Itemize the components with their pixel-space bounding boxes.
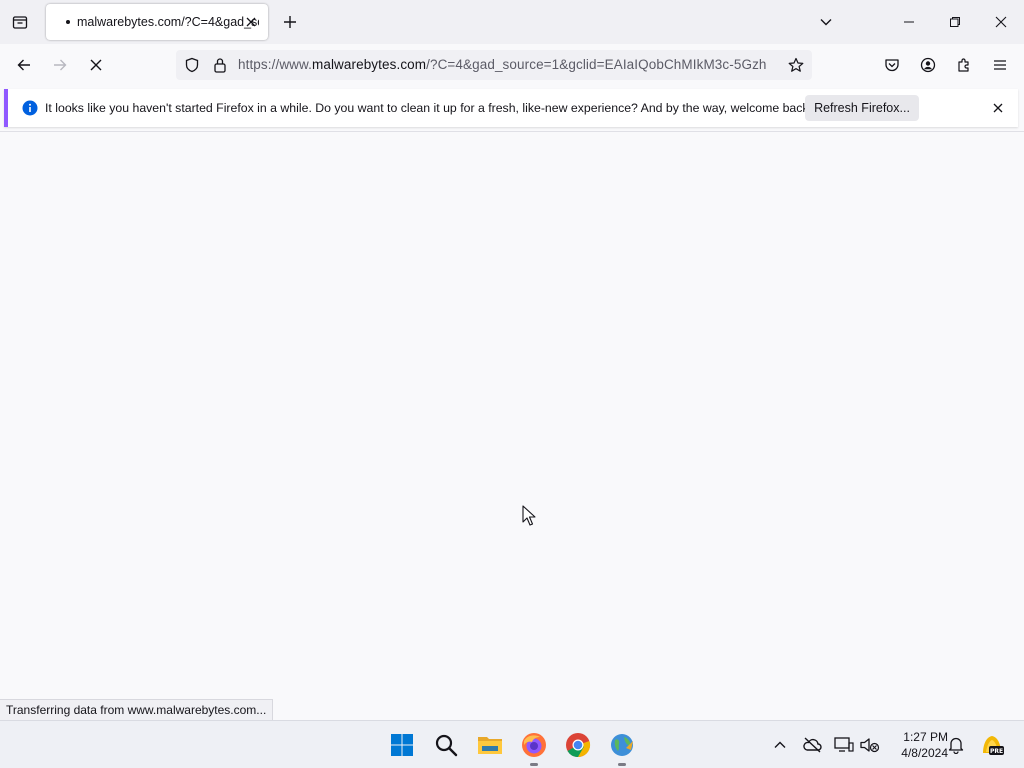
minimize-button[interactable] — [886, 0, 932, 44]
star-icon — [788, 57, 804, 72]
notification-message: It looks like you haven't started Firefo… — [45, 101, 812, 115]
navigation-toolbar: https://www.malwarebytes.com/?C=4&gad_so… — [0, 44, 1024, 86]
browser-tab-active[interactable]: malwarebytes.com/?C=4&gad_source=1&gclid… — [46, 4, 268, 40]
chrome-icon — [566, 733, 591, 758]
globe-icon — [611, 734, 633, 756]
clock[interactable]: 1:27 PM 4/8/2024 — [886, 729, 948, 761]
copilot-icon: PRE — [983, 736, 1004, 755]
clock-date: 4/8/2024 — [901, 746, 948, 760]
windows-taskbar: 1:27 PM 4/8/2024 PRE — [0, 720, 1024, 768]
account-icon — [920, 57, 936, 73]
copilot-preview-button[interactable]: PRE — [980, 733, 1004, 757]
stop-button[interactable] — [82, 51, 110, 79]
network-tray-button[interactable] — [832, 733, 856, 757]
refresh-firefox-notification: It looks like you haven't started Firefo… — [4, 89, 1018, 127]
search-button[interactable] — [430, 729, 462, 761]
extensions-button[interactable] — [950, 51, 978, 79]
url-text[interactable]: https://www.malwarebytes.com/?C=4&gad_so… — [238, 57, 778, 72]
chrome-taskbar-button[interactable] — [562, 729, 594, 761]
pocket-icon — [885, 59, 899, 72]
account-button[interactable] — [914, 51, 942, 79]
puzzle-icon — [958, 58, 969, 72]
refresh-firefox-button[interactable]: Refresh Firefox... — [805, 95, 919, 121]
back-button[interactable] — [10, 51, 38, 79]
windows-logo-icon — [391, 734, 413, 756]
info-icon — [22, 100, 38, 116]
list-all-tabs-button[interactable] — [812, 8, 840, 36]
url-bar[interactable]: https://www.malwarebytes.com/?C=4&gad_so… — [176, 50, 812, 80]
url-suffix: /?C=4&gad_source=1&gclid=EAIaIQobChMIkM3… — [426, 57, 767, 72]
loading-dot-icon — [66, 20, 70, 24]
forward-button[interactable] — [46, 51, 74, 79]
hamburger-menu-icon — [994, 60, 1006, 70]
status-panel: Transferring data from www.malwarebytes.… — [0, 699, 274, 720]
page-content-area[interactable] — [0, 132, 1024, 720]
cloud-offline-icon — [803, 737, 822, 753]
url-prefix: https://www. — [238, 57, 312, 72]
app-menu-button[interactable] — [986, 51, 1014, 79]
stop-icon — [90, 59, 102, 71]
close-tab-button[interactable] — [242, 13, 260, 31]
clock-time: 1:27 PM — [903, 730, 948, 744]
firefox-taskbar-button[interactable] — [518, 729, 550, 766]
url-domain: malwarebytes.com — [311, 57, 427, 72]
folder-icon — [478, 737, 502, 754]
shield-icon — [185, 57, 199, 73]
arrow-right-icon — [54, 59, 67, 71]
mouse-cursor-icon — [522, 505, 536, 526]
tab-strip: malwarebytes.com/?C=4&gad_source=1&gclid… — [0, 0, 1024, 44]
restore-button[interactable] — [932, 0, 978, 44]
chevron-down-icon — [820, 19, 832, 26]
running-indicator — [530, 763, 538, 766]
firefox-icon — [522, 733, 546, 757]
bookmark-button[interactable] — [786, 55, 806, 75]
speaker-muted-icon — [860, 738, 880, 753]
new-tab-button[interactable] — [278, 8, 302, 36]
pocket-button[interactable] — [878, 51, 906, 79]
arrow-left-icon — [17, 59, 30, 71]
internet-taskbar-button[interactable] — [606, 729, 638, 766]
show-hidden-icons-button[interactable] — [768, 733, 792, 757]
firefox-view-icon — [12, 16, 28, 29]
lock-icon — [214, 58, 226, 73]
close-notification-button[interactable] — [990, 100, 1006, 116]
close-icon — [993, 103, 1003, 113]
onedrive-tray-button[interactable] — [800, 733, 824, 757]
restore-icon — [950, 17, 960, 27]
running-indicator — [618, 763, 626, 766]
plus-icon — [284, 16, 296, 28]
search-icon — [435, 734, 458, 757]
close-icon — [246, 17, 256, 27]
start-button[interactable] — [386, 729, 418, 761]
notifications-button[interactable] — [944, 733, 968, 757]
tracking-protection-button[interactable] — [182, 55, 202, 75]
tab-title: malwarebytes.com/?C=4&gad_source=1&gclid… — [77, 15, 259, 29]
volume-tray-button[interactable] — [858, 733, 882, 757]
chevron-up-icon — [774, 741, 786, 748]
minimize-icon — [904, 21, 914, 23]
firefox-view-button[interactable] — [6, 8, 34, 36]
close-window-button[interactable] — [978, 0, 1024, 44]
network-icon — [834, 737, 854, 752]
bell-icon — [948, 737, 964, 754]
svg-text:PRE: PRE — [990, 748, 1003, 755]
file-explorer-button[interactable] — [474, 729, 506, 761]
close-icon — [995, 16, 1007, 28]
site-security-button[interactable] — [210, 55, 230, 75]
